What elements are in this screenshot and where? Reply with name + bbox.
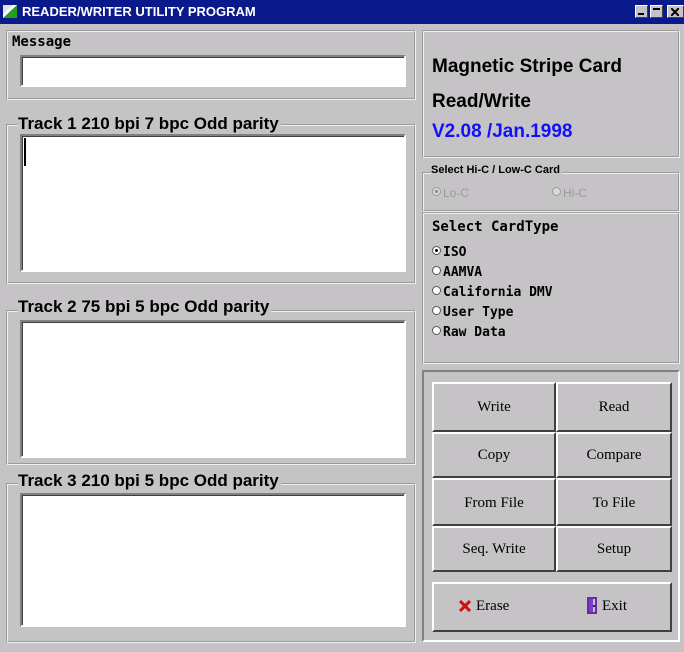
track3-textarea[interactable] [20,493,406,627]
radio-raw-data[interactable]: Raw Data [432,325,506,340]
message-label: Message [12,34,72,50]
write-label: Write [477,399,511,415]
main-window: READER/WRITER UTILITY PROGRAM Message Tr… [0,0,684,652]
exit-button[interactable]: Exit [560,590,664,624]
radio-iso-label: ISO [443,245,467,260]
radio-lo-c-label: Lo-C [443,186,470,200]
radio-california-dmv-label: California DMV [443,285,553,300]
minimize-button[interactable] [635,5,648,18]
read-button[interactable]: Read [556,382,672,432]
radio-unchecked-icon [432,266,441,275]
version-text: V2.08 /Jan.1998 [432,121,573,142]
app-title-line1: Magnetic Stripe Card [432,56,623,77]
write-button[interactable]: Write [432,382,556,432]
radio-aamva-label: AAMVA [443,265,483,280]
window-title: READER/WRITER UTILITY PROGRAM [22,4,256,19]
radio-unchecked-icon [432,286,441,295]
erase-button[interactable]: Erase [440,590,550,624]
card-type-label: Select CardType [432,219,559,235]
x-mark-icon [459,600,471,612]
app-title-line2: Read/Write [432,91,531,112]
seq-write-button[interactable]: Seq. Write [432,526,556,572]
track2-label: Track 2 75 bpi 5 bpc Odd parity [18,297,272,317]
text-caret [24,138,26,166]
radio-raw-data-label: Raw Data [443,325,506,340]
radio-aamva[interactable]: AAMVA [432,265,482,280]
maximize-icon [653,8,660,10]
radio-checked-icon [432,187,441,196]
radio-unchecked-icon [552,187,561,196]
radio-hi-c[interactable]: Hi-C [552,186,587,200]
setup-label: Setup [596,541,632,557]
minimize-icon [638,13,644,15]
read-label: Read [598,399,630,415]
compare-label: Compare [586,447,642,463]
exit-door-icon [587,597,597,614]
message-field[interactable] [20,55,406,87]
track1-label: Track 1 210 bpi 7 bpc Odd parity [18,114,281,134]
compare-button[interactable]: Compare [556,432,672,478]
from-file-button[interactable]: From File [432,478,556,526]
radio-user-type[interactable]: User Type [432,305,513,320]
setup-button[interactable]: Setup [556,526,672,572]
close-icon [671,8,679,16]
radio-unchecked-icon [432,306,441,315]
radio-iso[interactable]: ISO [432,245,466,260]
radio-california-dmv[interactable]: California DMV [432,285,553,300]
seq-write-label: Seq. Write [462,541,526,557]
copy-label: Copy [477,447,511,463]
to-file-button[interactable]: To File [556,478,672,526]
to-file-label: To File [592,495,636,511]
erase-label: Erase [476,598,510,614]
close-button[interactable] [667,5,684,18]
track3-label: Track 3 210 bpi 5 bpc Odd parity [18,471,281,491]
title-bar[interactable]: READER/WRITER UTILITY PROGRAM [0,0,684,24]
radio-unchecked-icon [432,326,441,335]
radio-checked-icon [432,246,441,255]
app-icon [3,5,17,18]
track2-textarea[interactable] [20,320,406,458]
track1-textarea[interactable] [20,134,406,272]
radio-lo-c[interactable]: Lo-C [432,186,469,200]
exit-label: Exit [602,598,627,614]
copy-button[interactable]: Copy [432,432,556,478]
from-file-label: From File [464,495,524,511]
radio-user-type-label: User Type [443,305,514,320]
maximize-button[interactable] [650,5,663,18]
coercivity-label: Select Hi-C / Low-C Card [431,164,562,176]
radio-hi-c-label: Hi-C [563,186,587,200]
